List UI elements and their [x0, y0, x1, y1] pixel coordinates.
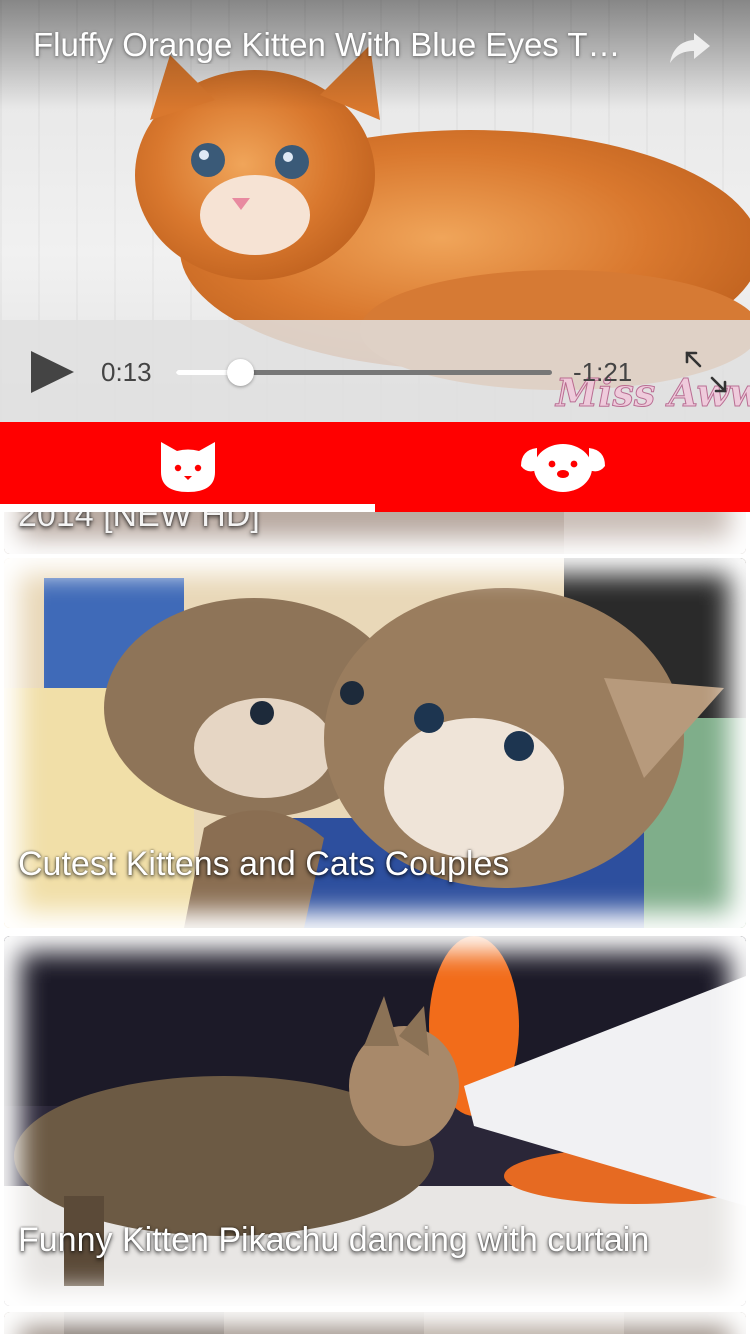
- video-card[interactable]: Cutest Kittens and Cats Couples: [4, 558, 746, 928]
- dog-face-icon: [520, 444, 605, 492]
- selected-tab-indicator: [0, 504, 375, 512]
- seek-bar[interactable]: [176, 359, 552, 386]
- video-title: Fluffy Orange Kitten With Blue Eyes T…: [33, 26, 621, 63]
- video-player[interactable]: Fluffy Orange Kitten With Blue Eyes T… 0…: [0, 0, 750, 422]
- video-thumbnail: [4, 1312, 746, 1334]
- video-card[interactable]: 2014 [NEW HD]: [4, 512, 746, 554]
- fullscreen-expand-icon[interactable]: [683, 349, 729, 395]
- remaining-time: -1:21: [573, 357, 633, 387]
- video-card[interactable]: Funny Kitten Pikachu dancing with curtai…: [4, 936, 746, 1306]
- video-feed-list[interactable]: 2014 [NEW HD] Cutest Kittens and Cats Co…: [0, 512, 750, 1334]
- video-card[interactable]: [4, 1312, 746, 1334]
- cat-face-icon: [160, 442, 215, 492]
- video-card-title: Cutest Kittens and Cats Couples: [18, 845, 510, 883]
- video-card-title: Funny Kitten Pikachu dancing with curtai…: [18, 1221, 650, 1259]
- player-controls: 0:13 Miss Aww -1:21: [0, 320, 750, 422]
- share-arrow-icon[interactable]: [668, 27, 712, 67]
- category-tab-bar: [0, 422, 750, 512]
- tab-cats[interactable]: [0, 422, 375, 512]
- seek-bar-thumb[interactable]: [226, 359, 254, 386]
- current-time: 0:13: [101, 357, 152, 387]
- play-icon[interactable]: [28, 349, 76, 395]
- tab-dogs[interactable]: [375, 422, 750, 512]
- video-card-title: 2014 [NEW HD]: [18, 512, 260, 534]
